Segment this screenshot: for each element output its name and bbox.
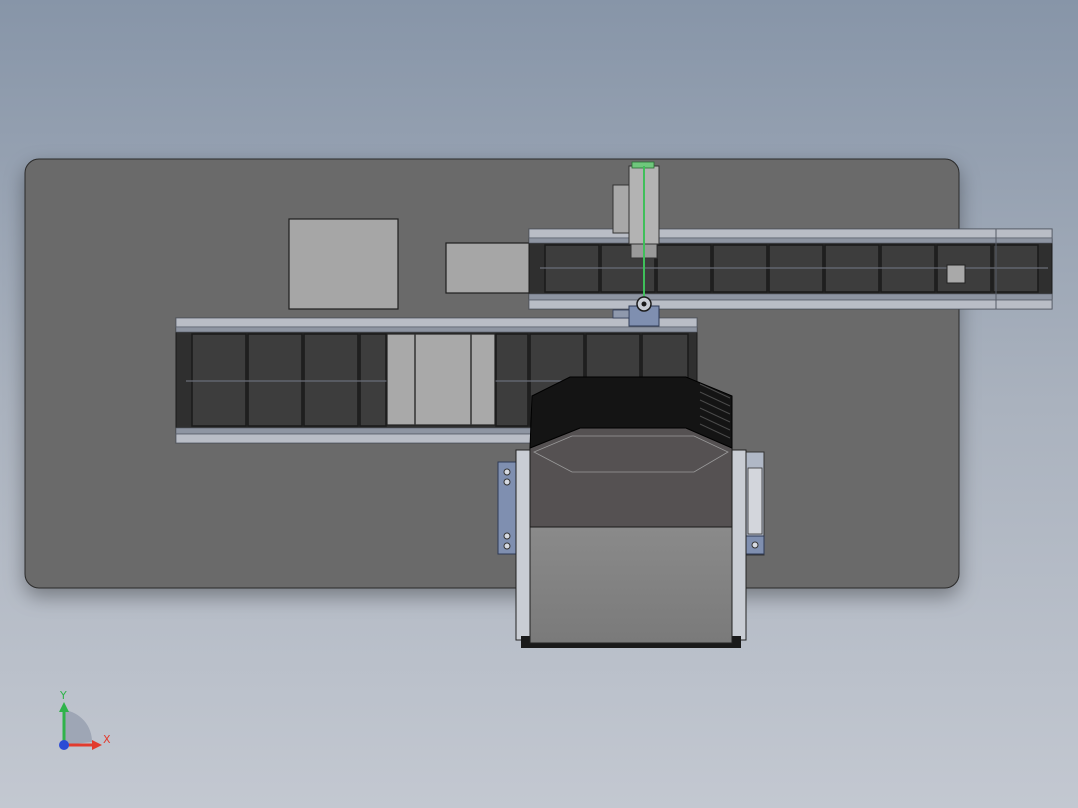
stacker-unit[interactable] [497, 376, 765, 648]
triad-x-label: X [103, 733, 111, 746]
coordinate-triad-icon: Y X [59, 689, 111, 750]
cad-viewport[interactable]: Y X [0, 0, 1078, 808]
stacker-hopper [529, 427, 733, 528]
stacker-body [529, 526, 733, 644]
gray-block-small[interactable] [445, 242, 533, 294]
upper-conveyor[interactable] [528, 228, 1053, 310]
gray-block-large[interactable] [288, 218, 399, 310]
triad-y-label: Y [59, 689, 67, 702]
conveyor-part-small[interactable] [946, 264, 966, 284]
conveyor-part-large[interactable] [386, 333, 496, 426]
stacker-left-bracket [497, 461, 519, 555]
